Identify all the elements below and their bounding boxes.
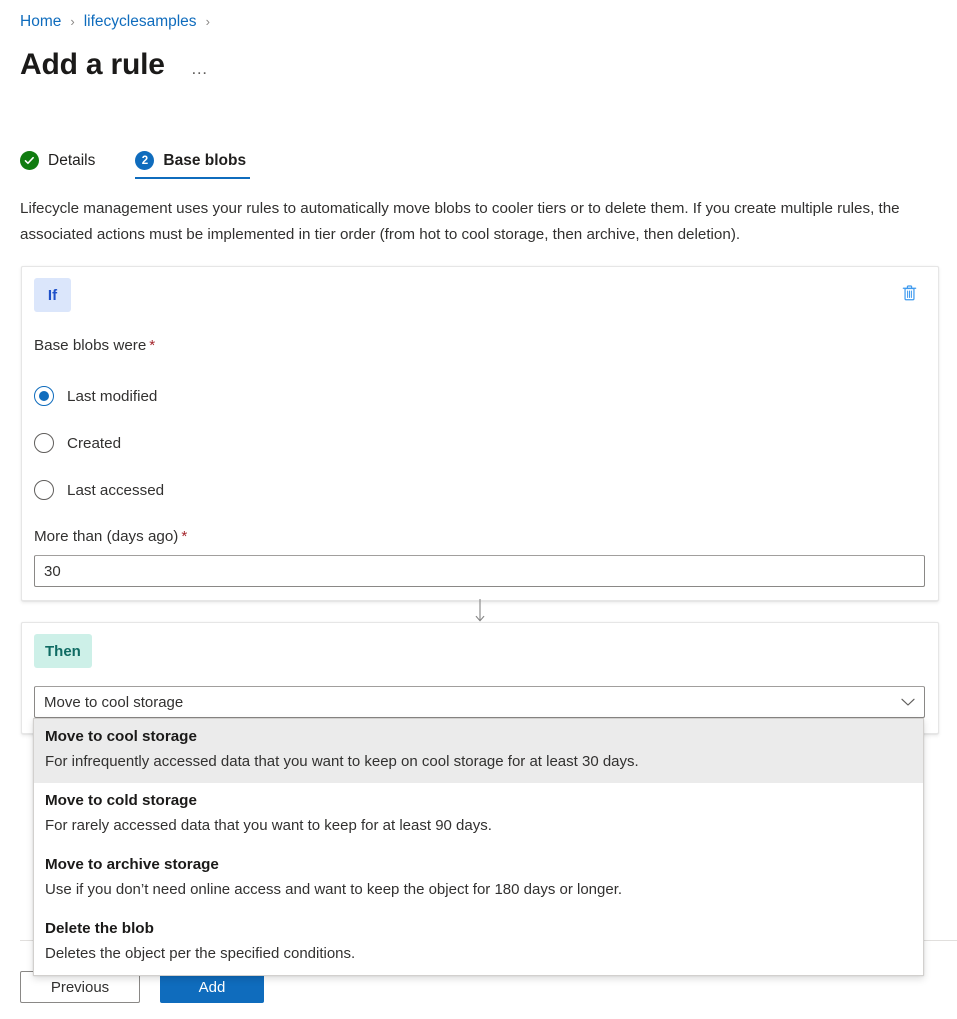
option-move-to-cool-storage[interactable]: Move to cool storage For infrequently ac… [34,719,923,783]
radio-created[interactable]: Created [34,429,121,457]
breadcrumb-separator-icon: › [206,15,210,28]
then-tag: Then [34,634,92,668]
breadcrumb-item-lifecyclesamples[interactable]: lifecyclesamples [84,13,197,31]
radio-indicator-icon [34,386,54,406]
step-number-badge: 2 [135,151,154,170]
option-description: For rarely accessed data that you want t… [45,813,912,838]
check-circle-icon [20,151,39,170]
radio-last-modified[interactable]: Last modified [34,382,157,410]
page-title-row: Add a rule … [20,46,214,84]
delete-rule-button[interactable] [894,280,924,310]
radio-indicator-icon [34,433,54,453]
option-description: Use if you don’t need online access and … [45,877,912,902]
if-tag: If [34,278,71,312]
option-title: Move to archive storage [45,853,912,877]
radio-indicator-icon [34,480,54,500]
rule-if-card: If Base blobs were* Last modified Create… [21,266,939,601]
action-select-options-list[interactable]: Move to cool storage For infrequently ac… [33,718,924,976]
more-options-icon[interactable]: … [187,60,214,78]
breadcrumb-separator-icon: › [70,15,74,28]
chevron-down-icon [901,698,915,707]
radio-last-accessed-label: Last accessed [67,482,164,499]
action-select-value: Move to cool storage [44,694,901,711]
option-description: For infrequently accessed data that you … [45,749,912,774]
tab-base-blobs[interactable]: 2 Base blobs [135,151,250,179]
more-than-days-label: More than (days ago)* [34,528,187,545]
option-description: Deletes the object per the specified con… [45,941,912,966]
breadcrumb: Home › lifecyclesamples › [20,11,219,33]
breadcrumb-item-home[interactable]: Home [20,13,61,31]
wizard-step-tabs: Details 2 Base blobs [20,139,286,179]
required-marker: * [181,528,187,545]
page-title: Add a rule [20,46,165,84]
base-blobs-were-label: Base blobs were* [34,337,155,354]
option-move-to-cold-storage[interactable]: Move to cold storage For rarely accessed… [34,783,923,847]
tab-details[interactable]: Details [20,151,99,179]
tab-details-label: Details [48,152,95,170]
radio-last-modified-label: Last modified [67,388,157,405]
option-move-to-archive-storage[interactable]: Move to archive storage Use if you don’t… [34,847,923,911]
radio-created-label: Created [67,435,121,452]
tab-base-blobs-label: Base blobs [163,152,246,170]
option-title: Move to cold storage [45,789,912,813]
option-title: Move to cool storage [45,725,912,749]
page-description: Lifecycle management uses your rules to … [20,196,940,248]
action-select[interactable]: Move to cool storage [34,686,925,718]
radio-last-accessed[interactable]: Last accessed [34,476,164,504]
days-ago-input[interactable] [34,555,925,587]
option-delete-the-blob[interactable]: Delete the blob Deletes the object per t… [34,911,923,975]
trash-icon [901,284,918,307]
required-marker: * [149,337,155,354]
option-title: Delete the blob [45,917,912,941]
